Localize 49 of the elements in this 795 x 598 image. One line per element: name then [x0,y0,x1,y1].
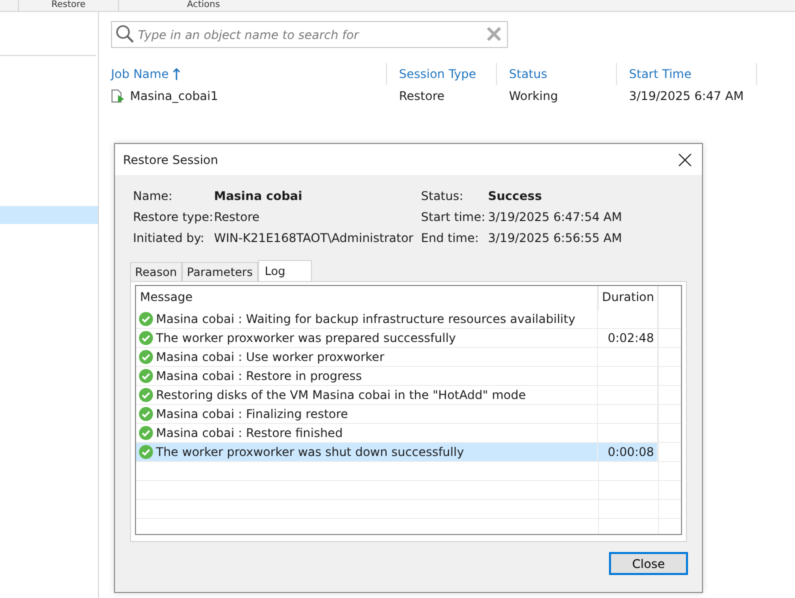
column-header[interactable]: Start Time [617,63,757,85]
search-icon [115,24,135,44]
field-value: 3/19/2025 6:56:55 AM [488,230,622,244]
field-value: Restore [214,210,260,224]
field-value: 3/19/2025 6:47:54 AM [488,210,622,224]
table-cell-text: Working [508,88,559,105]
duration-cell: 0:00:08 [598,443,658,462]
column-header[interactable]: Session Type [387,63,497,85]
search-field[interactable]: Type in an object name to search for [111,21,508,48]
log-message-cell[interactable]: Masina cobai : Waiting for backup infrastructure resources availability [136,310,598,329]
log-message-cell[interactable]: Masina cobai : Restore in progress [136,367,598,386]
column-header[interactable]: Status [497,63,617,85]
field-label: Name: [133,188,174,202]
success-check-icon [139,350,153,364]
close-button[interactable]: Close [609,552,688,575]
close-icon[interactable] [678,152,692,166]
success-check-icon [139,369,153,383]
log-message-cell[interactable]: Masina cobai : Finalizing restore [136,405,598,424]
table-cell-text: 3/19/2025 6:47 AM [628,88,745,105]
success-check-icon [139,426,153,440]
field-label: Status: [421,188,464,202]
log-message-cell[interactable]: Masina cobai : Use worker proxworker [136,348,598,367]
field-value: WIN-K21E168TAOT\Administrator [214,230,414,244]
success-check-icon [139,388,153,402]
dialog-title: Restore Session [123,152,218,166]
tab[interactable]: Reason [130,262,182,281]
success-check-icon [139,407,153,421]
column-header[interactable]: Job Name [111,63,387,85]
field-label: Initiated by: [133,230,206,244]
field-label: Start time: [421,210,486,224]
duration-cell: 0:02:48 [598,329,658,348]
table-cell-text: Restore [398,88,446,105]
job-file-icon [111,89,125,103]
success-check-icon [139,312,153,326]
field-value: Success [488,188,542,202]
table-cell: Masina_cobai1 [111,85,387,107]
ribbon-group-label: Restore [51,0,86,11]
log-message-cell[interactable]: The worker proxworker was shut down successfully [136,443,598,462]
log-message-cell[interactable]: Masina cobai : Restore finished [136,424,598,443]
field-label: Restore type: [133,210,214,224]
log-message-cell[interactable]: Restoring disks of the VM Masina cobai in the "HotAdd" mode [136,386,598,405]
ribbon-group-label: Actions [187,0,220,11]
success-check-icon [139,445,153,459]
tab[interactable]: Parameters [182,262,258,281]
log-message-cell[interactable]: The worker proxworker was prepared successfully [136,329,598,348]
tab[interactable]: Log [258,260,312,282]
field-value: Masina cobai [214,188,302,202]
field-label: End time: [421,230,480,244]
success-check-icon [139,331,153,345]
